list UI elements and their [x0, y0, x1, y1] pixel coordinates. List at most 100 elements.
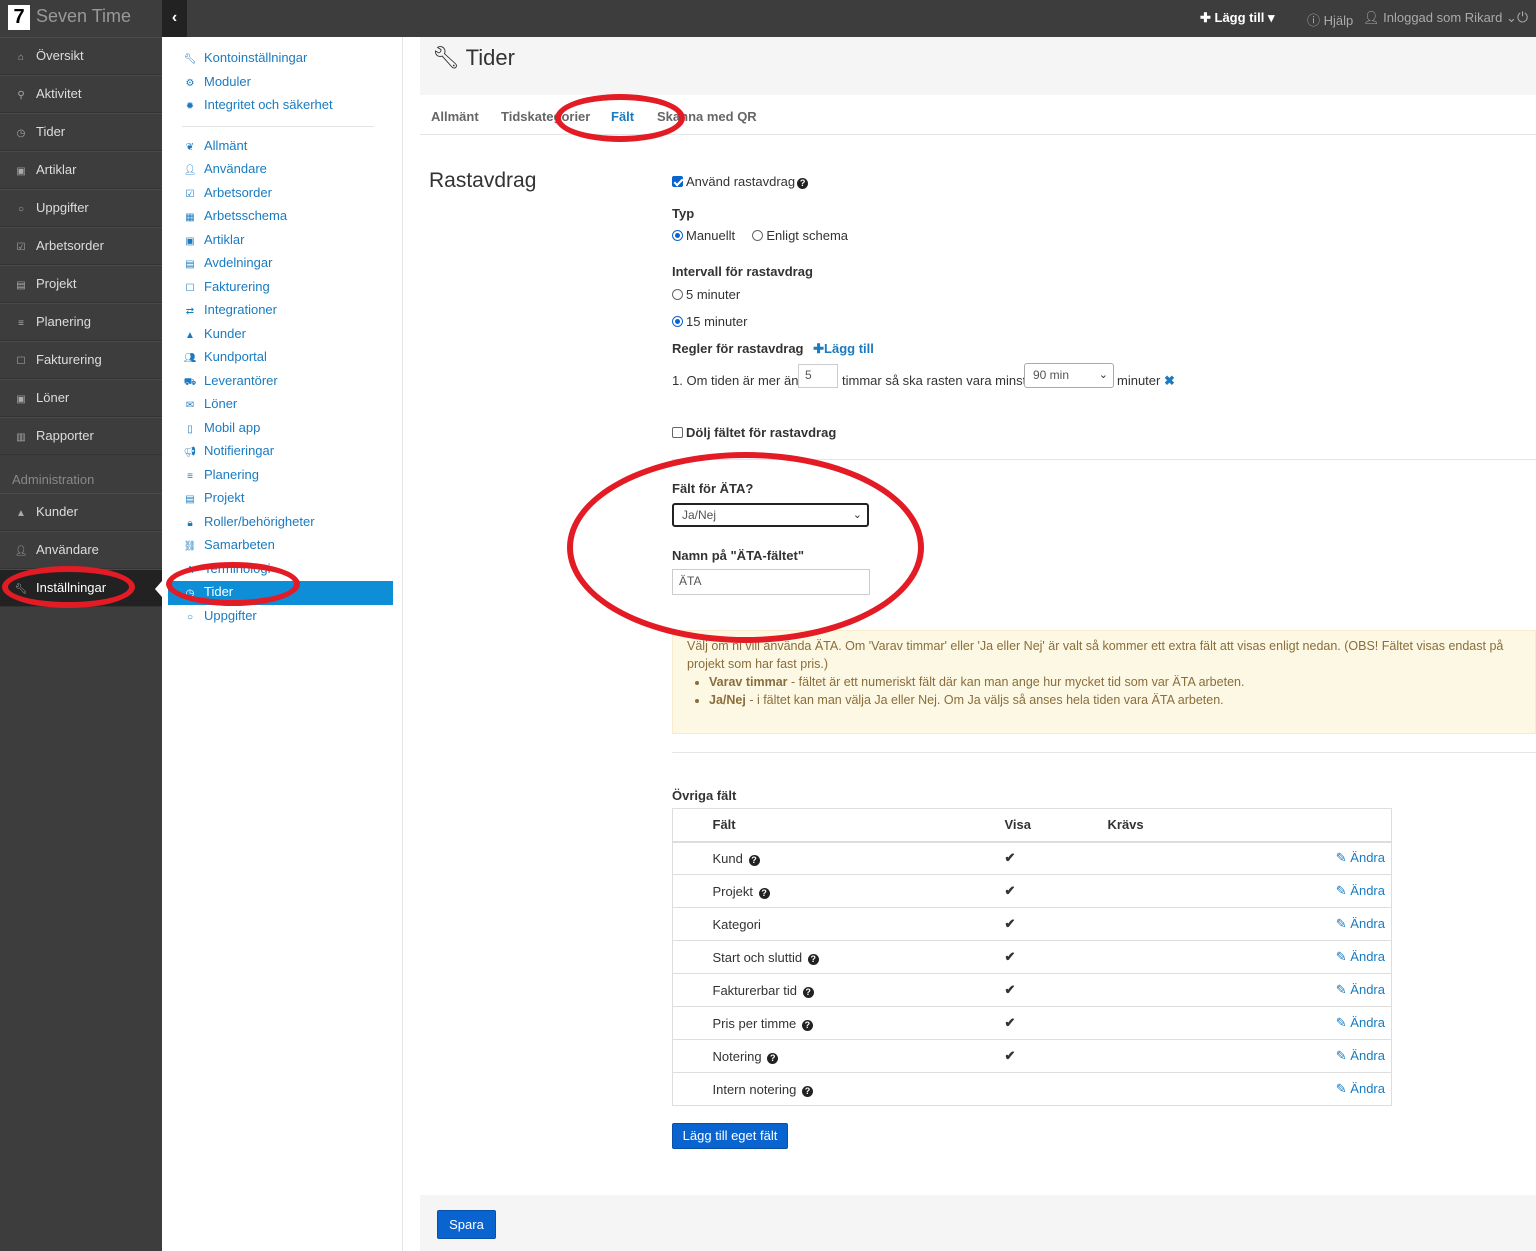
help-icon[interactable]: ?	[748, 854, 760, 866]
settings-icon: ≡	[187, 470, 193, 482]
edit-icon: ✎	[1335, 916, 1347, 931]
type-manual-radio[interactable]	[672, 230, 683, 241]
add-menu-button[interactable]: ✚ Lägg till ▾	[1200, 10, 1274, 26]
logout-icon[interactable]: ⏻	[1517, 9, 1528, 26]
nav-icon: ▣	[16, 166, 26, 177]
table-row: Notering ? ✔ ✎ Ändra	[672, 1039, 1392, 1073]
help-icon[interactable]: ?	[801, 1085, 813, 1097]
nav-icon: ⚲	[17, 90, 25, 101]
edit-link[interactable]: ✎ Ändra	[1336, 1015, 1385, 1030]
edit-icon: ✎	[1335, 1081, 1347, 1096]
edit-link[interactable]: ✎ Ändra	[1336, 850, 1385, 865]
settings-item-leverantorer[interactable]: ⛟ Leverantörer	[162, 370, 402, 394]
settings-item-integritet-och-sakerhet[interactable]: ✹ Integritet och säkerhet	[162, 94, 402, 118]
nav-item-arbetsorder[interactable]: ☑ Arbetsorder	[0, 227, 162, 265]
help-icon[interactable]: ?	[797, 178, 809, 189]
edit-link[interactable]: ✎ Ändra	[1336, 949, 1385, 964]
help-icon[interactable]: ?	[807, 953, 819, 965]
nav-item-aktivitet[interactable]: ⚲ Aktivitet	[0, 75, 162, 113]
nav-item-oversikt[interactable]: ⌂ Översikt	[0, 37, 162, 75]
collapse-sidebar-button[interactable]: ‹	[162, 0, 187, 37]
interval-15-radio[interactable]	[672, 316, 683, 327]
edit-link[interactable]: ✎ Ändra	[1336, 916, 1385, 931]
visa-check: ✔	[1004, 1039, 1108, 1073]
settings-item-roller-behorigheter[interactable]: 🔒︎ Roller/behörigheter	[162, 511, 402, 535]
settings-icon: ⛓	[183, 541, 197, 552]
settings-icon: ❦	[185, 141, 195, 153]
settings-item-projekt[interactable]: ▤ Projekt	[162, 487, 402, 511]
nav-item-kunder[interactable]: ▲ Kunder	[0, 493, 162, 531]
help-icon[interactable]: ?	[801, 1019, 813, 1031]
use-break-checkbox[interactable]	[672, 176, 683, 187]
rules-label: Regler för rastavdrag	[672, 341, 804, 356]
edit-link[interactable]: ✎ Ändra	[1336, 1048, 1385, 1063]
app-name[interactable]: Seven Time	[36, 6, 131, 27]
settings-item-moduler[interactable]: ⚙ Moduler	[162, 71, 402, 95]
settings-item-arbetsschema[interactable]: ▦ Arbetsschema	[162, 205, 402, 229]
settings-icon: ☐	[185, 282, 195, 294]
settings-item-anvandare[interactable]: 👤︎ Användare	[162, 158, 402, 182]
add-rule-link[interactable]: ✚Lägg till	[813, 341, 874, 356]
settings-icon: ▦	[185, 212, 195, 223]
tab-allmant[interactable]: Allmänt	[431, 109, 479, 124]
interval-5-radio[interactable]	[672, 289, 683, 300]
type-label: Typ	[672, 206, 695, 221]
divider	[182, 125, 374, 127]
edit-link[interactable]: ✎ Ändra	[1336, 1081, 1385, 1096]
table-row: Projekt ? ✔ ✎ Ändra	[672, 874, 1392, 908]
logo[interactable]: 7	[8, 5, 30, 30]
settings-item-arbetsorder[interactable]: ☑ Arbetsorder	[162, 182, 402, 206]
settings-item-mobil-app[interactable]: ▯ Mobil app	[162, 417, 402, 441]
settings-item-fakturering[interactable]: ☐ Fakturering	[162, 276, 402, 300]
rule-hours-input[interactable]: 5	[798, 364, 838, 388]
column-header-kravs: Krävs	[1107, 808, 1333, 843]
settings-icon: ▲	[185, 329, 195, 341]
visa-check: ✔	[1004, 1006, 1108, 1040]
nav-item-projekt[interactable]: ▤ Projekt	[0, 265, 162, 303]
settings-item-planering[interactable]: ≡ Planering	[162, 464, 402, 488]
settings-item-integrationer[interactable]: ⇄ Integrationer	[162, 299, 402, 323]
help-link[interactable]: ⓘ Hjälp	[1307, 10, 1353, 29]
help-icon[interactable]: ?	[802, 986, 814, 998]
hide-break-row: Dölj fältet för rastavdrag	[672, 425, 836, 440]
settings-item-loner[interactable]: ✉ Löner	[162, 393, 402, 417]
nav-icon: ☑	[16, 242, 26, 253]
settings-item-allmant[interactable]: ❦ Allmänt	[162, 135, 402, 159]
interval-15-row: 15 minuter	[672, 314, 747, 329]
visa-check: ✔	[1004, 973, 1108, 1007]
chevron-down-icon: ⌄	[1505, 10, 1517, 25]
nav-item-anvandare[interactable]: 👤︎ Användare	[0, 531, 162, 569]
add-custom-field-button[interactable]: Lägg till eget fält	[672, 1123, 788, 1149]
nav-item-fakturering[interactable]: ☐ Fakturering	[0, 341, 162, 379]
hide-break-checkbox[interactable]	[672, 427, 683, 438]
nav-item-loner[interactable]: ▣ Löner	[0, 379, 162, 417]
settings-item-kunder[interactable]: ▲ Kunder	[162, 323, 402, 347]
visa-check: ✔	[1004, 841, 1108, 875]
settings-item-notifieringar[interactable]: 📢︎ Notifieringar	[162, 440, 402, 464]
settings-item-uppgifter[interactable]: ○ Uppgifter	[162, 605, 402, 629]
help-icon[interactable]: ?	[767, 1052, 779, 1064]
edit-link[interactable]: ✎ Ändra	[1336, 982, 1385, 997]
nav-icon: ≡	[18, 318, 24, 329]
remove-rule-icon[interactable]: ✖	[1164, 373, 1175, 388]
user-menu[interactable]: 👤︎ Inloggad som Rikard ⌄	[1363, 10, 1517, 26]
nav-item-tider[interactable]: ◷ Tider	[0, 113, 162, 151]
settings-item-kundportal[interactable]: 👥︎ Kundportal	[162, 346, 402, 370]
table-row: Start och sluttid ? ✔ ✎ Ändra	[672, 940, 1392, 974]
settings-item-artiklar[interactable]: ▣ Artiklar	[162, 229, 402, 253]
edit-link[interactable]: ✎ Ändra	[1336, 883, 1385, 898]
rules-row: Regler för rastavdrag ✚Lägg till	[672, 341, 874, 357]
help-icon[interactable]: ?	[758, 887, 770, 899]
type-schedule-radio[interactable]	[752, 230, 764, 241]
settings-icon: 👤︎	[183, 165, 197, 176]
nav-item-rapporter[interactable]: ▥ Rapporter	[0, 417, 162, 455]
settings-item-avdelningar[interactable]: ▤ Avdelningar	[162, 252, 402, 276]
nav-item-artiklar[interactable]: ▣ Artiklar	[0, 151, 162, 189]
rule-minutes-select[interactable]: 90 min ⌄	[1024, 363, 1114, 388]
nav-item-planering[interactable]: ≡ Planering	[0, 303, 162, 341]
settings-item-kontoinstallningar[interactable]: 🔧︎ Kontoinställningar	[162, 47, 402, 71]
settings-item-samarbeten[interactable]: ⛓ Samarbeten	[162, 534, 402, 558]
nav-item-uppgifter[interactable]: ○ Uppgifter	[0, 189, 162, 227]
visa-check: ✔	[1004, 874, 1108, 908]
save-button[interactable]: Spara	[437, 1210, 496, 1239]
